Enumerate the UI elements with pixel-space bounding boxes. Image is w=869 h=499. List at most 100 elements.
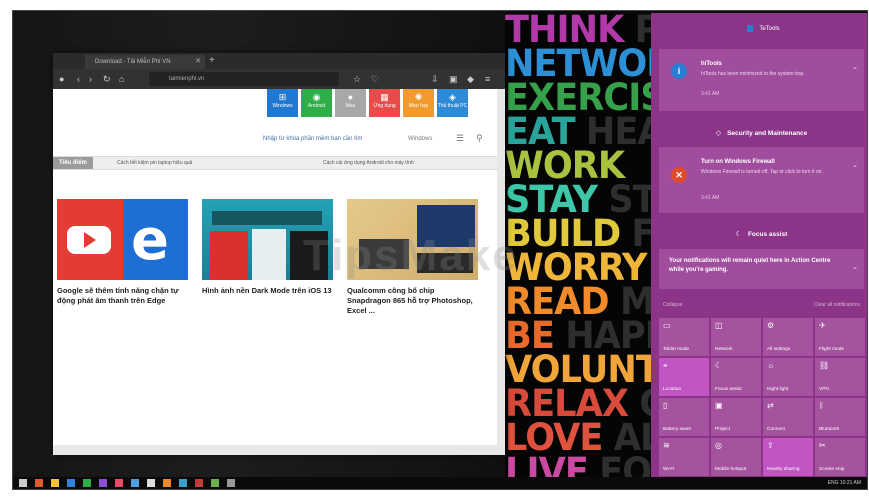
new-tab-icon[interactable]: + xyxy=(209,54,215,68)
quick-action-tile[interactable]: ≋ Wi-Fi xyxy=(659,438,709,476)
close-tab-icon[interactable]: ✕ xyxy=(195,55,201,69)
group-title: Security and Maintenance xyxy=(727,130,808,137)
notification-time: 3:41 AM xyxy=(701,91,720,97)
tablet-icon: ▭ xyxy=(663,321,671,330)
expand-icon[interactable]: ⌄ xyxy=(852,63,858,71)
quick-action-tile[interactable]: ✈ Flight mode xyxy=(815,318,865,356)
quick-action-tile[interactable]: ⇄ Connect xyxy=(763,398,813,436)
ticker-item[interactable]: Cách cài ứng dụng Android cho máy tính xyxy=(323,157,414,169)
forward-icon[interactable]: › xyxy=(89,72,92,86)
expand-icon[interactable]: ⌄ xyxy=(852,263,858,271)
quick-action-label: Connect xyxy=(767,427,785,432)
extensions-icon[interactable]: ◆ xyxy=(467,72,474,86)
notification-card[interactable]: ✕ Turn on Windows Firewall Windows Firew… xyxy=(659,147,864,213)
home-icon[interactable]: ⌂ xyxy=(119,72,124,86)
edge-icon[interactable] xyxy=(67,479,75,487)
app-icon xyxy=(747,24,754,32)
windows-icon: ⊞ xyxy=(278,92,287,102)
app-icon[interactable] xyxy=(99,479,107,487)
location-icon: ⌖ xyxy=(663,361,668,370)
start-icon[interactable] xyxy=(19,479,27,487)
browser-tab[interactable]: Download - Tải Miễn Phí VN ✕ xyxy=(85,55,205,69)
quick-action-tile[interactable]: ✂ Screen snip xyxy=(815,438,865,476)
header-title: TeTools xyxy=(759,26,780,32)
quick-action-tile[interactable]: ⌖ Location xyxy=(659,358,709,396)
quick-action-label: Tablet mode xyxy=(663,347,690,352)
search-icon[interactable]: ⚲ xyxy=(476,133,483,144)
quick-action-tile[interactable]: ◫ Network xyxy=(711,318,761,356)
quick-action-tile[interactable]: ▯ Battery saver xyxy=(659,398,709,436)
back-icon[interactable]: ‹ xyxy=(77,72,80,86)
app-icon[interactable] xyxy=(83,479,91,487)
quick-action-tile[interactable]: ▭ Tablet mode xyxy=(659,318,709,356)
share-icon: ⇪ xyxy=(767,441,774,450)
notification-card[interactable]: i hiTools hiTools has been minimized to … xyxy=(659,49,864,111)
network-icon: ◫ xyxy=(715,321,723,330)
phone-middle xyxy=(252,229,286,280)
app-icon[interactable] xyxy=(195,479,203,487)
article-card[interactable]: e Google sẽ thêm tính năng chặn tự động … xyxy=(57,199,188,306)
app-icon[interactable] xyxy=(35,479,43,487)
collapse-link[interactable]: Collapse xyxy=(663,302,682,308)
notification-body: hiTools has been minimized to the system… xyxy=(701,71,805,77)
menu-tile[interactable]: ◈ Thủ thuật PC xyxy=(437,89,468,117)
pc-icon: ◈ xyxy=(449,92,456,102)
app-icon[interactable] xyxy=(179,479,187,487)
address-bar[interactable]: taimienphi.vn xyxy=(149,72,339,86)
platform-select[interactable]: Windows xyxy=(408,136,432,142)
app-icon[interactable] xyxy=(163,479,171,487)
info-icon: i xyxy=(671,63,687,79)
shield-x-icon: ✕ xyxy=(671,167,687,183)
app-icon[interactable] xyxy=(115,479,123,487)
menu-tile[interactable]: ● Mac xyxy=(335,89,366,117)
quick-action-label: Focus assist xyxy=(715,387,742,392)
bookmark-icon[interactable]: ☆ xyxy=(353,72,361,86)
quick-action-tile[interactable]: ᛒ Bluetooth xyxy=(815,398,865,436)
shield-icon: ◇ xyxy=(715,130,722,137)
menu-icon[interactable]: ☰ xyxy=(456,133,464,144)
quick-action-tile[interactable]: ⛓ VPN xyxy=(815,358,865,396)
app-icon[interactable] xyxy=(227,479,235,487)
phone-left xyxy=(210,231,248,280)
quick-action-tile[interactable]: ▣ Project xyxy=(711,398,761,436)
menu-tile[interactable]: ▦ Ứng dụng xyxy=(369,89,400,117)
ticker-item[interactable]: Cách tiết kiệm pin laptop hiệu quả xyxy=(117,157,192,169)
menu-tile[interactable]: ⊞ Windows xyxy=(267,89,298,117)
clear-all-link[interactable]: Clear all notifications xyxy=(814,302,860,308)
address-text: taimienphi.vn xyxy=(169,76,205,82)
menu-tile[interactable]: ◉ Android xyxy=(301,89,332,117)
ticker-label: Tiêu điểm xyxy=(53,157,93,169)
profile-icon[interactable]: ● xyxy=(59,72,64,86)
reload-icon[interactable]: ↻ xyxy=(103,72,111,86)
lightbulb-icon: ✺ xyxy=(414,92,423,102)
quick-action-label: Network xyxy=(715,347,733,352)
typography-wallpaper: THINK PONETWORKEXERCISEEAT HEALWORKSTAY … xyxy=(505,13,665,481)
app-icon[interactable] xyxy=(147,479,155,487)
group-security[interactable]: ◇ Security and Maintenance xyxy=(659,125,864,143)
folder-icon[interactable] xyxy=(51,479,59,487)
app-icon[interactable] xyxy=(131,479,139,487)
group-focus-assist[interactable]: ☾ Focus assist xyxy=(659,226,864,244)
system-tray[interactable]: ENG 10:21 AM xyxy=(828,477,861,489)
quick-action-label: Bluetooth xyxy=(819,427,840,432)
quick-action-tile[interactable]: ◎ Mobile hotspot xyxy=(711,438,761,476)
wifi-icon: ≋ xyxy=(663,441,670,450)
app-icon[interactable] xyxy=(211,479,219,487)
quick-action-tile[interactable]: ⇪ Nearby sharing xyxy=(763,438,813,476)
menu-tile[interactable]: ✺ Mẹo hay xyxy=(403,89,434,117)
downloads-icon[interactable]: ⇩ xyxy=(431,72,439,86)
notification-card[interactable]: Your notifications will remain quiet her… xyxy=(659,249,864,289)
expand-icon[interactable]: ⌄ xyxy=(852,161,858,169)
horizontal-scrollbar[interactable] xyxy=(53,445,497,455)
action-center-header: TeTools xyxy=(659,13,867,45)
quick-action-label: Flight mode xyxy=(819,347,845,352)
favorites-icon[interactable]: ♡ xyxy=(371,72,379,86)
site-search-box[interactable]: Nhập từ khóa phần mềm bạn cần tìm xyxy=(263,136,362,142)
quick-action-tile[interactable]: ☼ Night light xyxy=(763,358,813,396)
tab-bar: Download - Tải Miễn Phí VN ✕ + xyxy=(53,53,505,69)
quick-action-tile[interactable]: ☾ Focus assist xyxy=(711,358,761,396)
menu-icon[interactable]: ≡ xyxy=(485,72,490,86)
quick-action-label: Night light xyxy=(767,387,789,392)
quick-action-tile[interactable]: ⚙ All settings xyxy=(763,318,813,356)
share-icon[interactable]: ▣ xyxy=(449,72,458,86)
